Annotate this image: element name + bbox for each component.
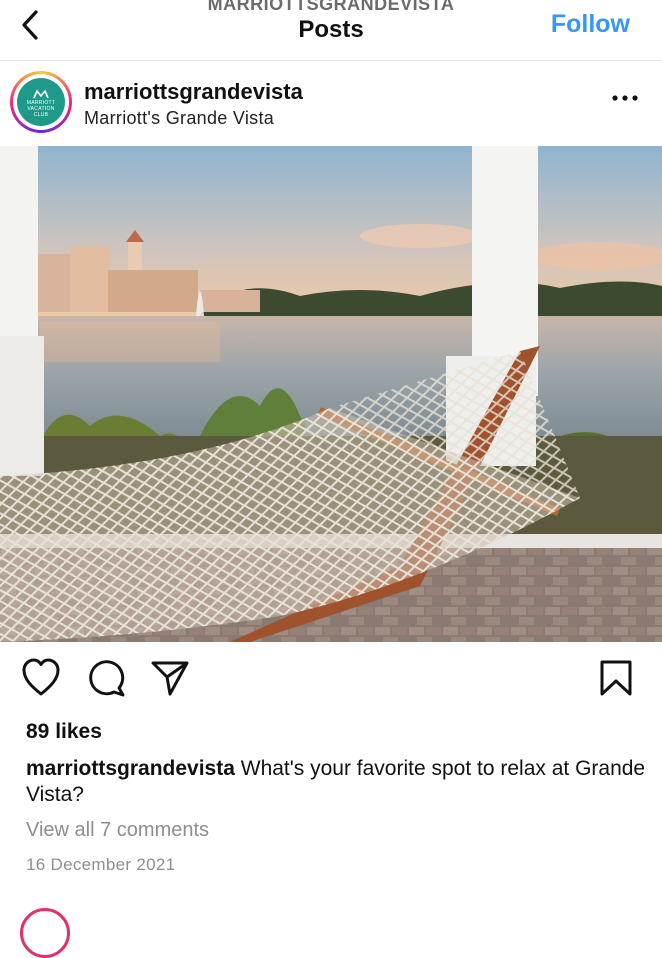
avatar-story-ring[interactable]: MARRIOTT VACATION CLUB [10, 71, 72, 133]
heart-icon[interactable] [21, 656, 61, 700]
hammock-lake-photo [0, 146, 662, 642]
comment-icon[interactable] [86, 656, 126, 700]
bookmark-icon[interactable] [596, 656, 636, 700]
post-location[interactable]: Marriott's Grande Vista [84, 108, 274, 129]
share-icon[interactable] [150, 656, 190, 700]
avatar[interactable]: MARRIOTT VACATION CLUB [17, 78, 65, 126]
view-comments-link[interactable]: View all 7 comments [26, 819, 209, 842]
next-post-avatar[interactable] [20, 908, 70, 958]
post-date: 16 December 2021 [26, 855, 176, 874]
likes-count[interactable]: 89 likes [26, 720, 102, 744]
post-caption: marriottsgrandevista What's your favorit… [26, 756, 646, 808]
more-options-icon[interactable] [610, 88, 640, 108]
follow-button[interactable]: Follow [551, 10, 630, 39]
post-username[interactable]: marriottsgrandevista [84, 79, 303, 105]
post-header: MARRIOTT VACATION CLUB marriottsgrandevi… [0, 60, 662, 146]
caption-username[interactable]: marriottsgrandevista [26, 757, 235, 780]
post-actions [0, 656, 662, 708]
top-bar: MARRIOTTSGRANDEVISTA Posts Follow [0, 0, 662, 61]
post-photo[interactable] [0, 146, 662, 642]
avatar-logo-text: MARRIOTT VACATION CLUB [26, 100, 56, 118]
